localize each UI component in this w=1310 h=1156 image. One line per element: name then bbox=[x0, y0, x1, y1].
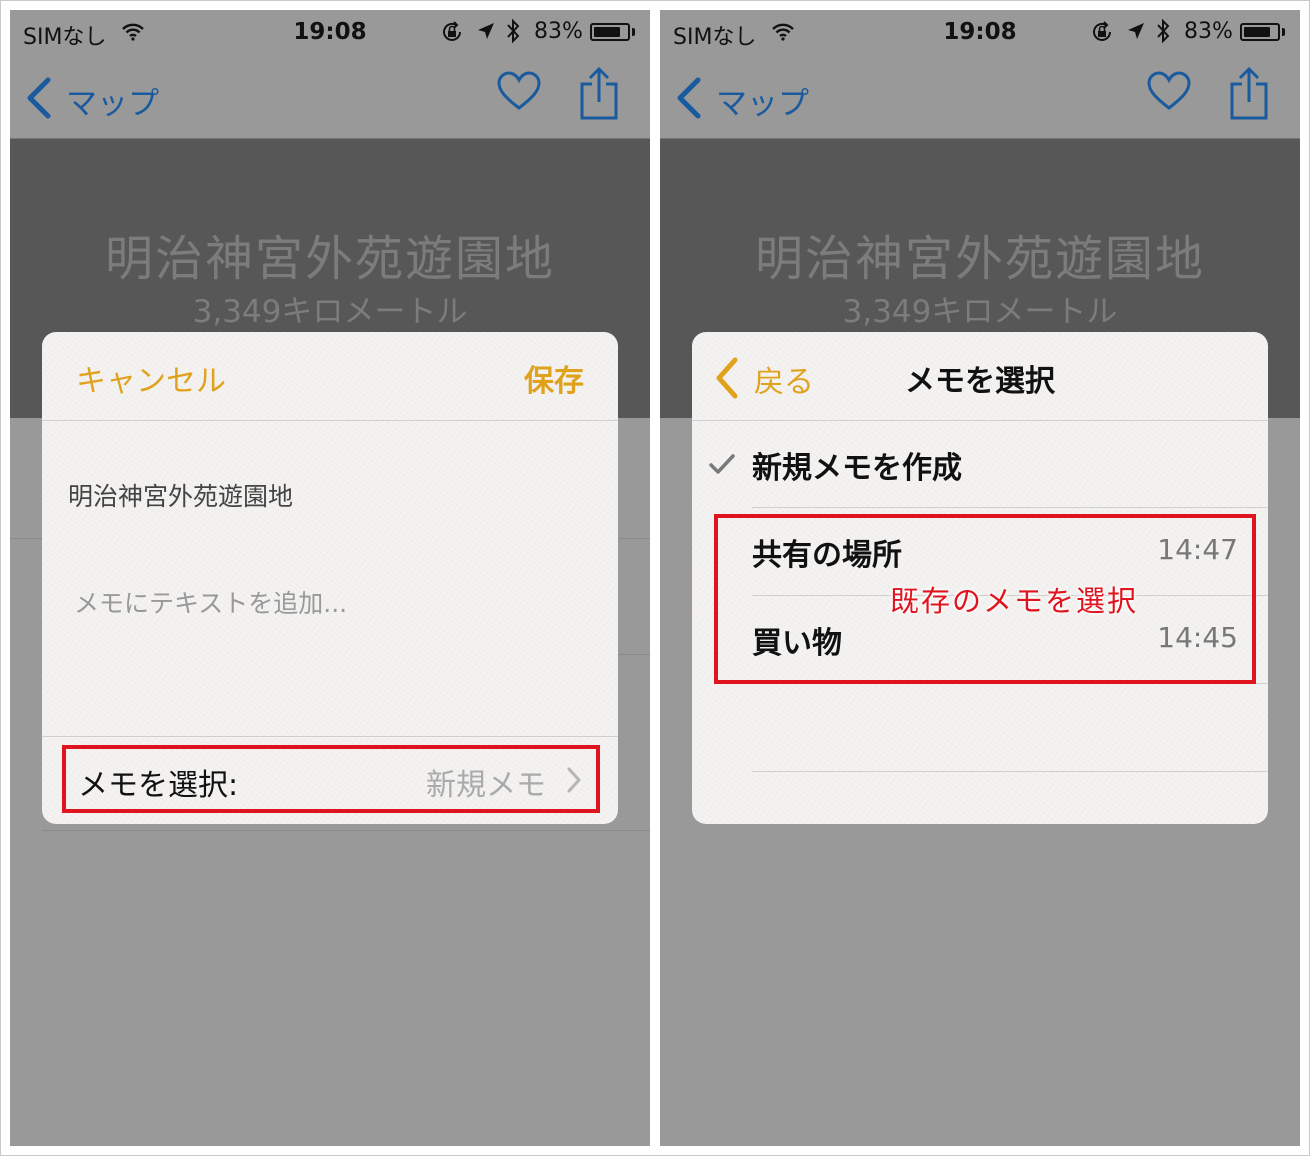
battery-percent: 83% bbox=[534, 19, 583, 44]
navigation-bar: マップ bbox=[660, 54, 1300, 139]
battery-level bbox=[1244, 27, 1270, 37]
highlight-box bbox=[62, 745, 600, 813]
battery-icon bbox=[1240, 23, 1280, 41]
divider bbox=[42, 736, 618, 737]
chevron-left-icon bbox=[674, 77, 704, 126]
checkmark-icon bbox=[708, 452, 736, 480]
cancel-button[interactable]: キャンセル bbox=[76, 356, 226, 400]
battery-percent: 83% bbox=[1184, 19, 1233, 44]
divider bbox=[692, 420, 1268, 421]
highlight-box bbox=[714, 514, 1256, 684]
rotation-lock-icon bbox=[1090, 20, 1114, 50]
divider bbox=[42, 420, 618, 421]
new-note-label: 新規メモを作成 bbox=[752, 451, 962, 486]
status-bar: SIMなし 19:08 83% bbox=[660, 10, 1300, 54]
back-button-label: マップ bbox=[716, 86, 809, 122]
heart-icon[interactable] bbox=[496, 70, 542, 116]
chevron-left-icon bbox=[24, 77, 54, 126]
location-arrow-icon bbox=[476, 21, 496, 47]
place-name: 明治神宮外苑遊園地 bbox=[754, 231, 1205, 287]
navigation-bar: マップ bbox=[10, 54, 650, 139]
battery-tip bbox=[1282, 28, 1285, 36]
share-icon[interactable] bbox=[578, 64, 620, 126]
phone-screen-left: SIMなし 19:08 83% マップ 明治神宮外苑遊園地 3,349キロメート… bbox=[10, 10, 650, 1146]
dialog-title: メモを選択 bbox=[905, 364, 1055, 399]
place-name: 明治神宮外苑遊園地 bbox=[104, 231, 555, 287]
rotation-lock-icon bbox=[440, 20, 464, 50]
battery-tip bbox=[632, 28, 635, 36]
back-button[interactable]: マップ bbox=[24, 72, 159, 122]
bluetooth-icon bbox=[505, 18, 521, 50]
save-button[interactable]: 保存 bbox=[524, 356, 584, 400]
location-arrow-icon bbox=[1126, 21, 1146, 47]
divider bbox=[752, 507, 1268, 508]
phone-screen-right: SIMなし 19:08 83% マップ 明治神宮外苑遊園地 3,349キロメート… bbox=[660, 10, 1300, 1146]
place-distance: 3,349キロメートル bbox=[842, 294, 1118, 330]
share-icon[interactable] bbox=[1228, 64, 1270, 126]
divider bbox=[752, 771, 1268, 772]
battery-level bbox=[594, 27, 620, 37]
back-button[interactable]: マップ bbox=[674, 72, 809, 122]
note-text-input[interactable]: メモにテキストを追加... bbox=[74, 584, 347, 620]
bluetooth-icon bbox=[1155, 18, 1171, 50]
place-distance: 3,349キロメートル bbox=[192, 294, 468, 330]
battery-icon bbox=[590, 23, 630, 41]
status-bar: SIMなし 19:08 83% bbox=[10, 10, 650, 54]
back-button-label: マップ bbox=[66, 86, 159, 122]
heart-icon[interactable] bbox=[1146, 70, 1192, 116]
background-separator bbox=[42, 830, 650, 831]
note-title-text[interactable]: 明治神宮外苑遊園地 bbox=[68, 477, 293, 513]
